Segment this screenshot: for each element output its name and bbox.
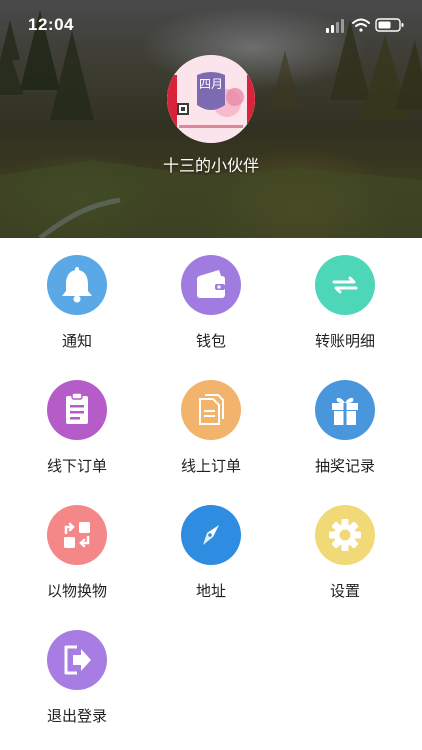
status-icons [326,18,404,33]
avatar[interactable]: 四月 [167,55,255,143]
clipboard-icon [47,380,107,440]
menu-item-label: 以物换物 [46,582,107,600]
bell-icon [47,255,107,315]
menu-item-label: 线上订单 [180,457,241,475]
avatar-text: 四月 [199,77,223,91]
menu-item-label: 设置 [329,582,360,600]
menu-item-label: 通知 [61,332,92,350]
transfer-icon [315,255,375,315]
menu-item-label: 抽奖记录 [314,457,375,475]
menu-item-label: 退出登录 [46,707,107,725]
gear-icon [315,505,375,565]
gift-icon [315,380,375,440]
logout-icon [47,630,107,690]
menu-item-offline-orders[interactable]: 线下订单 [7,363,147,488]
wifi-icon [352,18,370,32]
menu-item-label: 线下订单 [46,457,107,475]
menu-item-transfer-details[interactable]: 转账明细 [275,238,415,363]
menu-item-online-orders[interactable]: 线上订单 [141,363,281,488]
signal-icon [326,19,344,33]
menu-item-barter[interactable]: 以物换物 [7,488,147,613]
exchange-icon [47,505,107,565]
status-bar: 12:04 [0,0,422,50]
documents-icon [181,380,241,440]
profile-screen: 12:04 四月 十三的小伙伴 通知 钱包 转账明细 线下订单 线上订单 抽奖记… [0,0,422,750]
menu-item-label: 转账明细 [314,332,375,350]
wallet-icon [181,255,241,315]
status-time: 12:04 [28,15,74,34]
menu-item-label: 地址 [195,582,226,600]
compass-icon [181,505,241,565]
menu-item-wallet[interactable]: 钱包 [141,238,281,363]
menu-item-notifications[interactable]: 通知 [7,238,147,363]
battery-icon [375,18,404,32]
profile-header: 12:04 四月 十三的小伙伴 [0,0,422,238]
menu-item-settings[interactable]: 设置 [275,488,415,613]
username: 十三的小伙伴 [162,156,259,175]
menu-item-logout[interactable]: 退出登录 [7,613,147,738]
menu-item-lottery-records[interactable]: 抽奖记录 [275,363,415,488]
menu-item-address[interactable]: 地址 [141,488,281,613]
menu-item-label: 钱包 [195,332,226,350]
